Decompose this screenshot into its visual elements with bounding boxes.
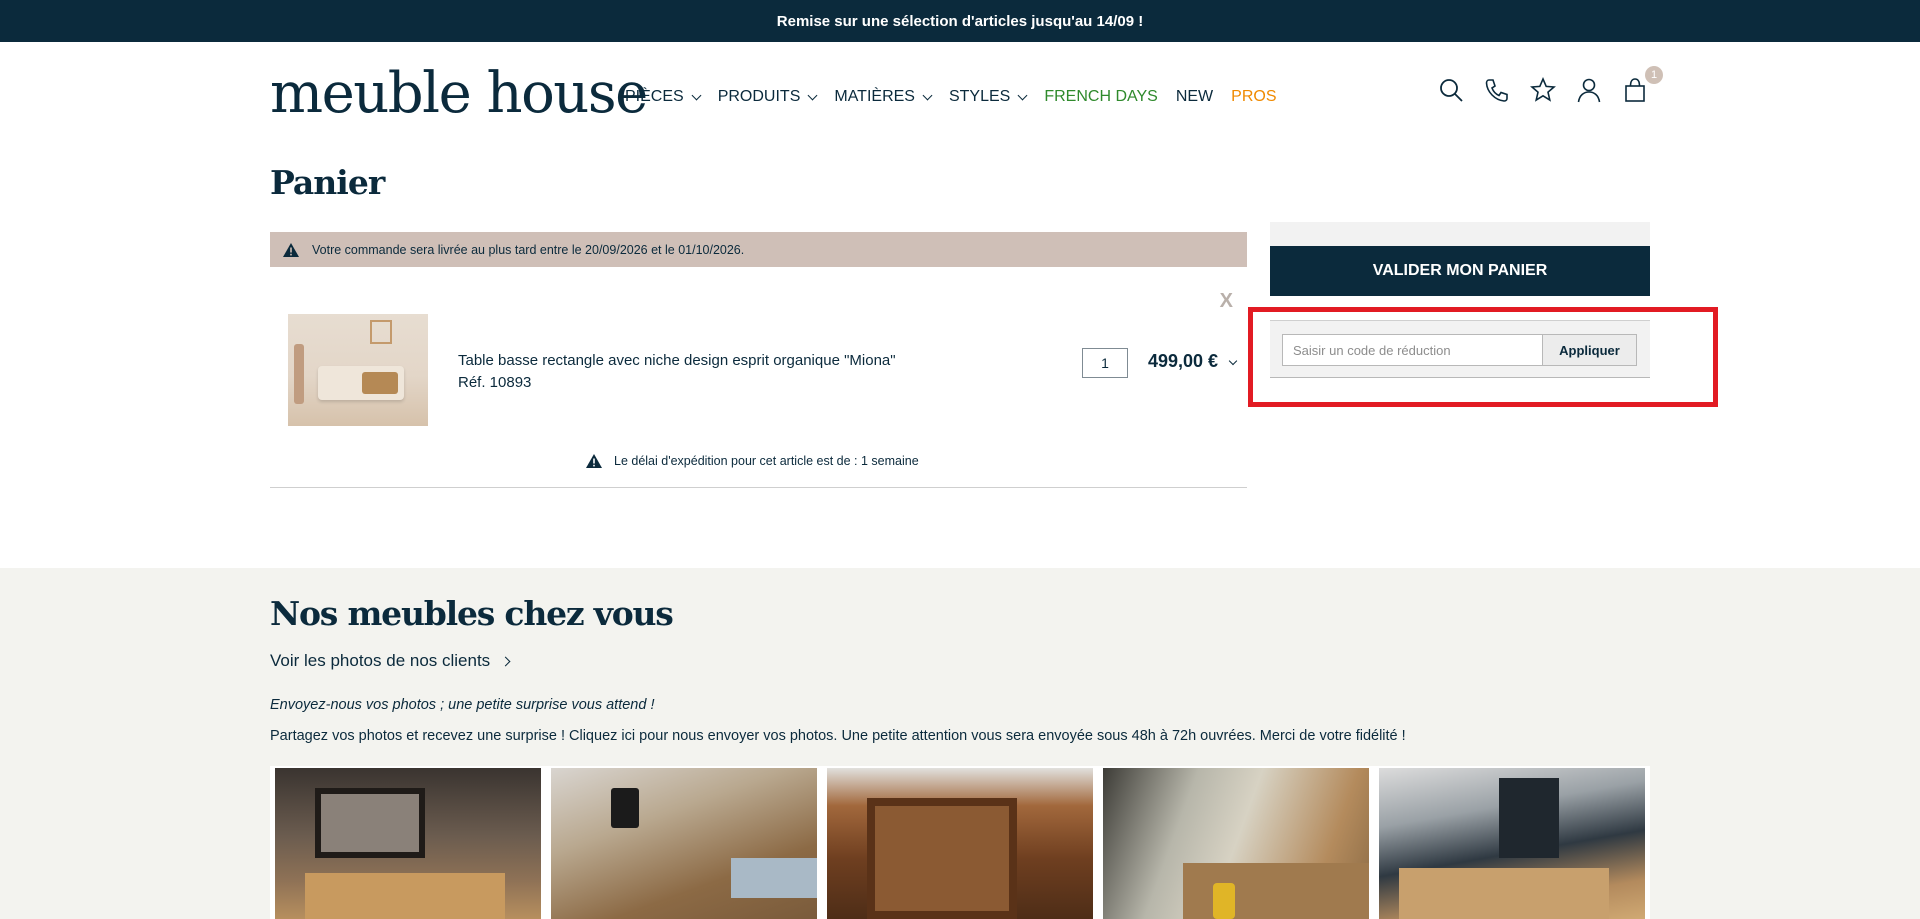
- nav-item-new[interactable]: NEW: [1176, 88, 1213, 106]
- chevron-down-icon: [691, 90, 702, 100]
- product-name-link[interactable]: Table basse rectangle avec niche design …: [458, 352, 896, 369]
- customer-photo[interactable]: [275, 768, 541, 919]
- page-title: Panier: [270, 163, 385, 202]
- nav-item-pieces[interactable]: PIÈCES: [625, 88, 702, 106]
- product-reference: Réf. 10893: [458, 374, 532, 391]
- item-price: 499,00 €: [1148, 351, 1219, 371]
- nav-item-label: MATIÈRES: [834, 88, 915, 105]
- shipping-note: Le délai d'expédition pour cet article e…: [586, 454, 919, 468]
- remove-item-button[interactable]: X: [1220, 290, 1233, 313]
- cart-count-badge: 1: [1645, 66, 1663, 84]
- nav-item-pros[interactable]: PROS: [1231, 88, 1276, 106]
- nav-item-label: PROS: [1231, 88, 1277, 105]
- promo-banner-text: Remise sur une sélection d'articles jusq…: [776, 12, 1144, 30]
- product-image[interactable]: [288, 314, 428, 426]
- nav-item-label: PIÈCES: [625, 88, 684, 105]
- nav-item-styles[interactable]: STYLES: [948, 88, 1028, 106]
- site-logo[interactable]: meuble house: [270, 64, 648, 124]
- cart-summary-panel: [1270, 222, 1650, 247]
- site-header: meuble house PIÈCES PRODUITS MATIÈRES ST…: [0, 42, 1920, 154]
- chevron-right-icon: [500, 656, 511, 666]
- customer-photo[interactable]: [1103, 768, 1369, 919]
- header-icons: 1: [1437, 66, 1663, 104]
- customer-photos-link-label: Voir les photos de nos clients: [270, 651, 491, 670]
- nav-item-label: STYLES: [948, 88, 1011, 105]
- gallery-subtitle: Envoyez-nous vos photos ; une petite sur…: [270, 697, 655, 713]
- gallery-title: Nos meubles chez vous: [270, 594, 674, 633]
- quantity-input[interactable]: [1082, 348, 1128, 378]
- nav-item-matieres[interactable]: MATIÈRES: [834, 88, 933, 106]
- cart-icon[interactable]: 1: [1621, 66, 1663, 104]
- nav-item-produits[interactable]: PRODUITS: [717, 88, 818, 106]
- warning-icon: [283, 242, 299, 257]
- chevron-down-icon: [807, 90, 818, 100]
- customer-photos-strip: [270, 766, 1650, 919]
- chevron-down-icon: [1017, 90, 1028, 100]
- nav-item-label: PRODUITS: [717, 88, 801, 105]
- promo-banner: Remise sur une sélection d'articles jusq…: [0, 0, 1920, 42]
- highlight-box: [1248, 307, 1718, 407]
- main-nav: PIÈCES PRODUITS MATIÈRES STYLES FRENCH D…: [625, 88, 1295, 106]
- nav-item-label: FRENCH DAYS: [1044, 88, 1158, 105]
- customer-photos-link[interactable]: Voir les photos de nos clients: [270, 651, 511, 671]
- star-icon[interactable]: [1529, 76, 1557, 104]
- validate-cart-button[interactable]: VALIDER MON PANIER: [1270, 246, 1650, 296]
- customer-photo[interactable]: [1379, 768, 1645, 919]
- warning-icon: [586, 454, 602, 468]
- gallery-description[interactable]: Partagez vos photos et recevez une surpr…: [270, 728, 1406, 744]
- chevron-down-icon[interactable]: [1228, 356, 1238, 366]
- shipping-note-text: Le délai d'expédition pour cet article e…: [614, 454, 919, 468]
- chevron-down-icon: [922, 90, 933, 100]
- nav-item-french-days[interactable]: FRENCH DAYS: [1044, 88, 1158, 106]
- user-icon[interactable]: [1575, 76, 1603, 104]
- customer-photo[interactable]: [551, 768, 817, 919]
- cart-item-row: X Table basse rectangle avec niche desig…: [270, 290, 1247, 488]
- nav-item-label: NEW: [1175, 88, 1214, 105]
- delivery-notice: Votre commande sera livrée au plus tard …: [270, 232, 1247, 267]
- phone-icon[interactable]: [1483, 76, 1511, 104]
- customer-photo[interactable]: [827, 768, 1093, 919]
- search-icon[interactable]: [1437, 76, 1465, 104]
- delivery-notice-text: Votre commande sera livrée au plus tard …: [312, 242, 745, 257]
